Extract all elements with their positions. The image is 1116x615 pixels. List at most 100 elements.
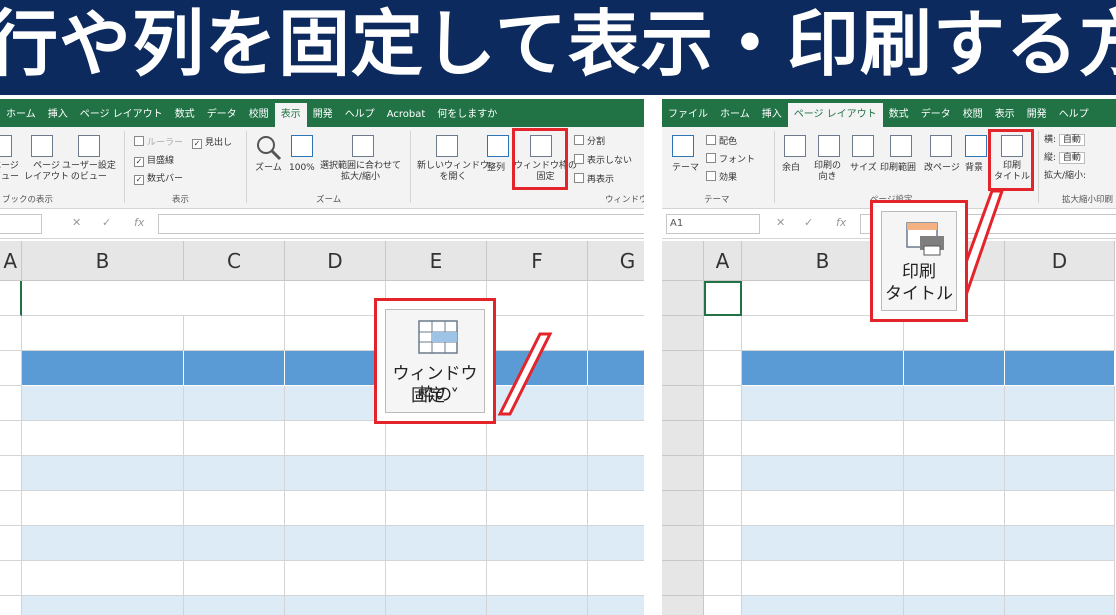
zoom-button[interactable]: ズーム bbox=[255, 163, 282, 174]
table-cell[interactable] bbox=[22, 386, 184, 421]
cell[interactable] bbox=[704, 386, 742, 421]
row-header-10[interactable] bbox=[662, 596, 704, 615]
background-button[interactable]: 背景 bbox=[965, 163, 983, 174]
cell-A1[interactable] bbox=[704, 281, 742, 316]
table-cell[interactable] bbox=[742, 386, 904, 421]
cell-A1[interactable] bbox=[0, 281, 22, 316]
table-cell[interactable] bbox=[386, 456, 487, 491]
custom-view-button[interactable]: ユーザー設定 のビュー bbox=[62, 161, 116, 183]
table-cell[interactable] bbox=[1005, 596, 1115, 615]
table-cell[interactable] bbox=[742, 421, 904, 456]
cell[interactable] bbox=[0, 351, 22, 386]
cell[interactable] bbox=[588, 281, 644, 316]
cell[interactable] bbox=[704, 421, 742, 456]
row-header-7[interactable] bbox=[662, 491, 704, 526]
table-header-cell[interactable] bbox=[22, 351, 184, 386]
table-cell[interactable] bbox=[742, 561, 904, 596]
table-cell[interactable] bbox=[22, 491, 184, 526]
table-cell[interactable] bbox=[386, 421, 487, 456]
themes-button[interactable]: テーマ bbox=[672, 163, 699, 174]
cell[interactable] bbox=[0, 491, 22, 526]
cell[interactable] bbox=[285, 281, 386, 316]
table-cell[interactable] bbox=[487, 596, 588, 615]
table-cell[interactable] bbox=[22, 421, 184, 456]
table-cell[interactable] bbox=[285, 491, 386, 526]
formula-bar-checkbox[interactable]: 数式バー bbox=[134, 171, 183, 185]
table-cell[interactable] bbox=[285, 456, 386, 491]
table-cell[interactable] bbox=[588, 421, 644, 456]
column-header-E[interactable]: E bbox=[386, 241, 487, 281]
height-select[interactable]: 自動 bbox=[1058, 152, 1085, 164]
table-header-cell[interactable] bbox=[904, 351, 1005, 386]
table-cell[interactable] bbox=[285, 526, 386, 561]
table-cell[interactable] bbox=[487, 491, 588, 526]
tab-9[interactable]: ヘルプ bbox=[1053, 101, 1095, 127]
tab-8[interactable]: 開発 bbox=[1021, 101, 1053, 127]
column-header-C[interactable]: C bbox=[184, 241, 285, 281]
table-cell[interactable] bbox=[904, 596, 1005, 615]
name-box[interactable] bbox=[0, 214, 42, 234]
arrange-all-button[interactable]: 整列 bbox=[487, 163, 505, 174]
tab-1[interactable]: ホーム bbox=[714, 101, 756, 127]
cell[interactable] bbox=[0, 386, 22, 421]
table-cell[interactable] bbox=[487, 421, 588, 456]
fx-icon[interactable]: fx bbox=[836, 216, 846, 229]
table-header-cell[interactable] bbox=[285, 351, 386, 386]
table-cell[interactable] bbox=[22, 456, 184, 491]
table-cell[interactable] bbox=[904, 491, 1005, 526]
cell[interactable] bbox=[1005, 281, 1115, 316]
table-header-cell[interactable] bbox=[184, 351, 285, 386]
tab-3[interactable]: 数式 bbox=[169, 101, 201, 127]
tab-8[interactable]: ヘルプ bbox=[339, 101, 381, 127]
table-cell[interactable] bbox=[904, 456, 1005, 491]
table-cell[interactable] bbox=[742, 596, 904, 615]
hide-button[interactable]: 表示しない bbox=[574, 153, 632, 166]
table-cell[interactable] bbox=[1005, 561, 1115, 596]
split-button[interactable]: 分割 bbox=[574, 134, 605, 147]
table-cell[interactable] bbox=[184, 491, 285, 526]
cell[interactable] bbox=[1005, 316, 1115, 351]
effects-button[interactable]: 効果 bbox=[706, 170, 737, 183]
cell[interactable] bbox=[487, 281, 588, 316]
table-header-cell[interactable] bbox=[588, 351, 644, 386]
table-cell[interactable] bbox=[386, 491, 487, 526]
table-cell[interactable] bbox=[904, 561, 1005, 596]
column-header-A[interactable]: A bbox=[0, 241, 22, 281]
cell[interactable] bbox=[588, 316, 644, 351]
table-cell[interactable] bbox=[285, 561, 386, 596]
tab-7[interactable]: 表示 bbox=[989, 101, 1021, 127]
table-cell[interactable] bbox=[386, 596, 487, 615]
table-cell[interactable] bbox=[588, 596, 644, 615]
formula-input[interactable] bbox=[158, 214, 644, 234]
table-cell[interactable] bbox=[742, 491, 904, 526]
colors-button[interactable]: 配色 bbox=[706, 134, 737, 147]
table-cell[interactable] bbox=[742, 526, 904, 561]
table-cell[interactable] bbox=[22, 561, 184, 596]
cell[interactable] bbox=[704, 316, 742, 351]
table-cell[interactable] bbox=[184, 456, 285, 491]
table-cell[interactable] bbox=[904, 526, 1005, 561]
table-cell[interactable] bbox=[742, 456, 904, 491]
row-header-2[interactable] bbox=[662, 316, 704, 351]
print-area-button[interactable]: 印刷範囲 bbox=[880, 163, 916, 174]
tab-10[interactable]: 何をしますか bbox=[431, 101, 503, 127]
table-cell[interactable] bbox=[1005, 421, 1115, 456]
table-cell[interactable] bbox=[22, 596, 184, 615]
tab-7[interactable]: 開発 bbox=[307, 101, 339, 127]
table-cell[interactable] bbox=[904, 386, 1005, 421]
tab-0[interactable]: ホーム bbox=[0, 101, 42, 127]
table-cell[interactable] bbox=[904, 421, 1005, 456]
cell[interactable] bbox=[704, 596, 742, 615]
column-header-A[interactable]: A bbox=[704, 241, 742, 281]
table-cell[interactable] bbox=[588, 456, 644, 491]
table-cell[interactable] bbox=[1005, 491, 1115, 526]
table-cell[interactable] bbox=[386, 561, 487, 596]
table-cell[interactable] bbox=[487, 456, 588, 491]
table-cell[interactable] bbox=[285, 386, 386, 421]
cell[interactable] bbox=[184, 281, 285, 316]
tab-3[interactable]: ページ レイアウト bbox=[787, 103, 883, 127]
ruler-checkbox[interactable]: ルーラー bbox=[134, 135, 183, 148]
select-all-corner[interactable] bbox=[662, 241, 704, 281]
cell[interactable] bbox=[0, 561, 22, 596]
column-header-D[interactable]: D bbox=[1005, 241, 1115, 281]
